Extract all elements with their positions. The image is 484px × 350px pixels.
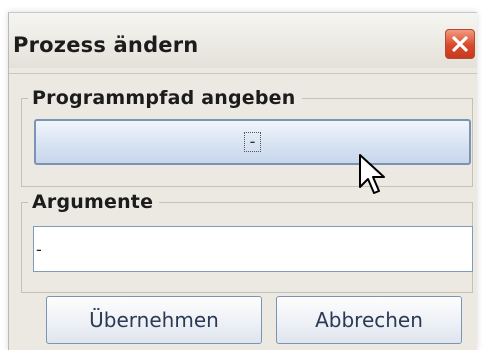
arguments-legend: Argumente <box>32 191 154 213</box>
close-icon <box>452 36 468 52</box>
program-path-value: - <box>244 132 261 152</box>
mouse-pointer-icon <box>359 154 385 194</box>
apply-button[interactable]: Übernehmen <box>46 296 262 344</box>
program-path-legend: Programmpfad angeben <box>32 87 296 109</box>
program-path-button[interactable]: - <box>34 119 471 165</box>
title-divider <box>9 73 477 74</box>
cancel-button[interactable]: Abbrechen <box>276 296 462 344</box>
dialog-window: Prozess ändern Programmpfad angeben - Ar… <box>8 12 477 350</box>
title-bar: Prozess ändern <box>9 13 477 68</box>
arguments-input[interactable] <box>33 226 473 272</box>
close-button[interactable] <box>445 29 475 59</box>
window-title: Prozess ändern <box>13 33 199 57</box>
